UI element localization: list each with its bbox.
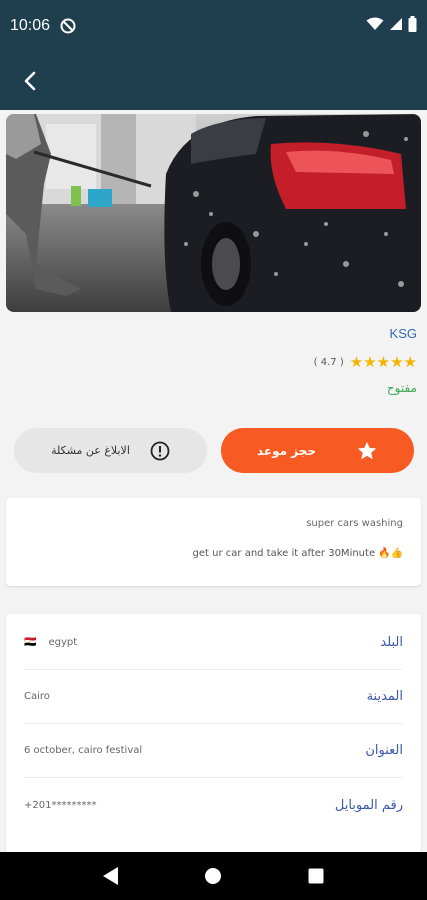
back-button[interactable]: [18, 69, 42, 93]
app-bar: [0, 52, 427, 110]
system-nav-bar: [0, 852, 427, 900]
book-appointment-button[interactable]: حجز موعد: [221, 428, 414, 473]
phone-label: رقم الموبايل: [334, 797, 403, 813]
nav-back-button[interactable]: [96, 861, 126, 891]
status-time: 10:06: [10, 17, 51, 34]
triangle-back-icon: [103, 867, 119, 885]
open-status: مفتوح: [386, 381, 417, 395]
rating-value: ( 4.7 ): [313, 356, 344, 368]
description-text: get ur car and take it after 30Minute: [192, 548, 376, 559]
description-title: super cars washing: [306, 518, 403, 529]
country-value: egypt: [48, 637, 78, 648]
report-problem-label: الابلاغ عن مشكلة: [51, 444, 130, 457]
star-icon: [357, 441, 377, 459]
fire-thumbs-up-icon: 🔥👍: [378, 548, 403, 559]
square-recents-icon: [308, 868, 324, 884]
details-card: 🇪🇬 egypt البلد Cairo المدينة 6 october, …: [6, 614, 421, 854]
nav-home-button[interactable]: [198, 861, 228, 891]
wifi-icon: [366, 17, 384, 35]
alert-circle-icon: [150, 441, 170, 460]
description-text-row: get ur car and take it after 30Minute 🔥👍: [193, 548, 403, 559]
city-label: المدينة: [366, 689, 403, 704]
battery-icon: [408, 16, 417, 36]
shop-hero-image: [6, 114, 421, 312]
report-problem-button[interactable]: الابلاغ عن مشكلة: [14, 428, 207, 473]
shop-info: KSG ( 4.7 ) ★★★★★ مفتوح: [314, 326, 417, 395]
rating-stars-icon: ★★★★★: [349, 353, 417, 371]
shop-name: KSG: [389, 326, 417, 341]
detail-row-city: Cairo المدينة: [24, 670, 403, 724]
phone-value: +201*********: [24, 799, 97, 811]
book-appointment-label: حجز موعد: [256, 443, 317, 458]
circle-home-icon: [205, 868, 222, 884]
do-not-disturb-icon: [60, 18, 76, 34]
country-label: البلد: [380, 635, 403, 650]
detail-value-country: 🇪🇬 egypt: [24, 637, 77, 648]
city-value: Cairo: [24, 691, 50, 702]
address-value: 6 october, cairo festival: [24, 745, 143, 756]
detail-row-phone: +201********* رقم الموبايل: [24, 778, 403, 832]
nav-recents-button[interactable]: [301, 861, 331, 891]
rating-row: ( 4.7 ) ★★★★★: [314, 353, 417, 371]
egypt-flag-icon: 🇪🇬: [24, 637, 37, 648]
signal-icon: [389, 17, 403, 35]
detail-row-country: 🇪🇬 egypt البلد: [24, 616, 403, 670]
status-bar: 10:06: [0, 0, 427, 52]
description-card: super cars washing get ur car and take i…: [6, 498, 421, 586]
back-arrow-icon: [24, 71, 36, 91]
address-label: العنوان: [365, 743, 403, 758]
detail-row-address: 6 october, cairo festival العنوان: [24, 724, 403, 778]
